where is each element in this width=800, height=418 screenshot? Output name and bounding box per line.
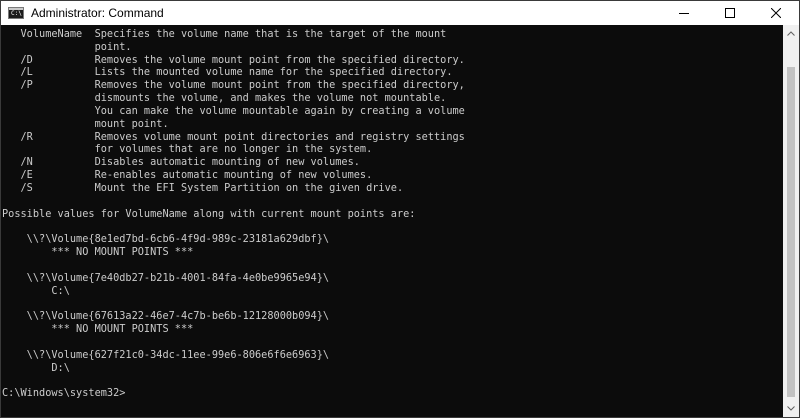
console-line: /D Removes the volume mount point from t… bbox=[2, 53, 465, 66]
window-title: Administrator: Command bbox=[31, 6, 164, 20]
scroll-down-button[interactable] bbox=[783, 400, 799, 417]
console-line: /E Re-enables automatic mounting of new … bbox=[2, 169, 373, 182]
minimize-button[interactable] bbox=[661, 1, 707, 25]
console-line: C:\ bbox=[2, 284, 70, 297]
console-line: /R Removes volume mount point directorie… bbox=[2, 130, 465, 143]
console-line: dismounts the volume, and makes the volu… bbox=[2, 92, 447, 105]
console-line: *** NO MOUNT POINTS *** bbox=[2, 246, 194, 259]
title-bar[interactable]: C:\ Administrator: Command bbox=[1, 1, 799, 25]
minimize-icon bbox=[679, 13, 689, 14]
console-line: C:\Windows\system32> bbox=[2, 387, 126, 400]
maximize-button[interactable] bbox=[707, 1, 753, 25]
cmd-app-icon[interactable]: C:\ bbox=[8, 7, 24, 19]
console-line: VolumeName Specifies the volume name tha… bbox=[2, 28, 447, 40]
console-line: \\?\Volume{627f21c0-34dc-11ee-99e6-806e6… bbox=[2, 348, 330, 361]
scroll-up-button[interactable] bbox=[783, 25, 799, 42]
console-line: You can make the volume mountable again … bbox=[2, 104, 465, 117]
console-line: mount point. bbox=[2, 117, 169, 130]
console-output[interactable]: VolumeName Specifies the volume name tha… bbox=[1, 25, 784, 417]
console-line: /N Disables automatic mounting of new vo… bbox=[2, 156, 360, 169]
console-line: point. bbox=[2, 40, 132, 53]
console-line: /P Removes the volume mount point from t… bbox=[2, 79, 465, 92]
console-line: Possible values for VolumeName along wit… bbox=[2, 207, 416, 220]
console-line: /L Lists the mounted volume name for the… bbox=[2, 66, 453, 79]
console-line: /S Mount the EFI System Partition on the… bbox=[2, 181, 404, 194]
maximize-icon bbox=[725, 8, 735, 18]
cmd-app-icon-glyph: C:\ bbox=[11, 10, 22, 17]
close-button[interactable] bbox=[753, 1, 799, 25]
console-line: D:\ bbox=[2, 361, 70, 374]
console-line: for volumes that are no longer in the sy… bbox=[2, 143, 373, 156]
chevron-down-icon bbox=[787, 406, 795, 411]
console-line: *** NO MOUNT POINTS *** bbox=[2, 323, 194, 336]
console-line: \\?\Volume{67613a22-46e7-4c7b-be6b-12128… bbox=[2, 310, 330, 323]
console-line: \\?\Volume{7e40db27-b21b-4001-84fa-4e0be… bbox=[2, 271, 330, 284]
close-icon bbox=[771, 8, 781, 18]
vertical-scrollbar[interactable] bbox=[783, 25, 799, 417]
command-window: C:\ Administrator: Command VolumeName Sp… bbox=[0, 0, 800, 418]
window-controls bbox=[661, 1, 799, 25]
console-text: VolumeName Specifies the volume name tha… bbox=[2, 25, 784, 400]
console-line: \\?\Volume{8e1ed7bd-6cb6-4f9d-989c-23181… bbox=[2, 233, 330, 246]
scroll-thumb[interactable] bbox=[787, 67, 795, 397]
chevron-up-icon bbox=[787, 31, 795, 36]
